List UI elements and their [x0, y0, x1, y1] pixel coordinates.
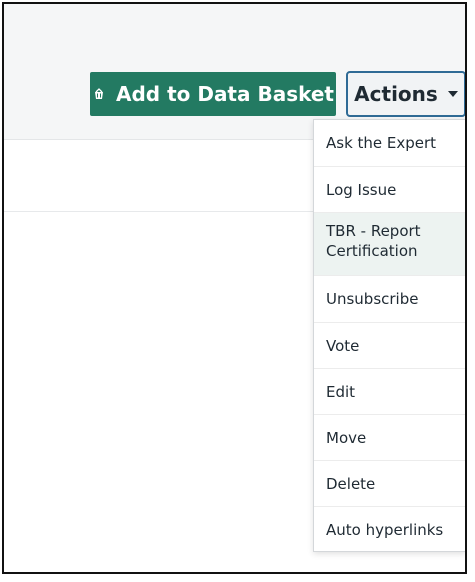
page-frame: Add to Data Basket Actions Ask the Exper…	[2, 2, 467, 574]
menu-item-unsubscribe[interactable]: Unsubscribe	[314, 276, 465, 323]
menu-item-edit[interactable]: Edit	[314, 369, 465, 415]
menu-item-label: TBR - Report Certification	[326, 222, 421, 260]
actions-dropdown-menu: Ask the Expert Log Issue TBR - Report Ce…	[313, 119, 465, 552]
menu-item-label: Auto hyperlinks	[326, 521, 444, 539]
actions-button[interactable]: Actions	[346, 71, 465, 117]
menu-item-label: Delete	[326, 474, 376, 493]
menu-item-tbr-report-certification[interactable]: TBR - Report Certification	[314, 213, 465, 276]
add-to-data-basket-button[interactable]: Add to Data Basket	[90, 72, 336, 116]
menu-item-label: Ask the Expert	[326, 134, 437, 152]
basket-icon	[95, 88, 103, 99]
menu-item-move[interactable]: Move	[314, 415, 465, 461]
chevron-down-icon	[447, 91, 458, 97]
add-to-data-basket-label: Add to Data Basket	[116, 82, 334, 106]
menu-item-auto-hyperlinks[interactable]: Auto hyperlinks	[314, 507, 465, 551]
menu-item-label: Edit	[326, 382, 356, 401]
content-divider	[4, 211, 314, 212]
menu-item-label: Log Issue	[326, 180, 397, 199]
menu-item-vote[interactable]: Vote	[314, 323, 465, 369]
menu-item-ask-the-expert[interactable]: Ask the Expert	[314, 120, 465, 167]
actions-label: Actions	[354, 82, 438, 106]
menu-item-label: Unsubscribe	[326, 290, 419, 308]
menu-item-label: Vote	[326, 336, 360, 355]
menu-item-delete[interactable]: Delete	[314, 461, 465, 507]
menu-item-log-issue[interactable]: Log Issue	[314, 167, 465, 213]
menu-item-label: Move	[326, 428, 367, 447]
